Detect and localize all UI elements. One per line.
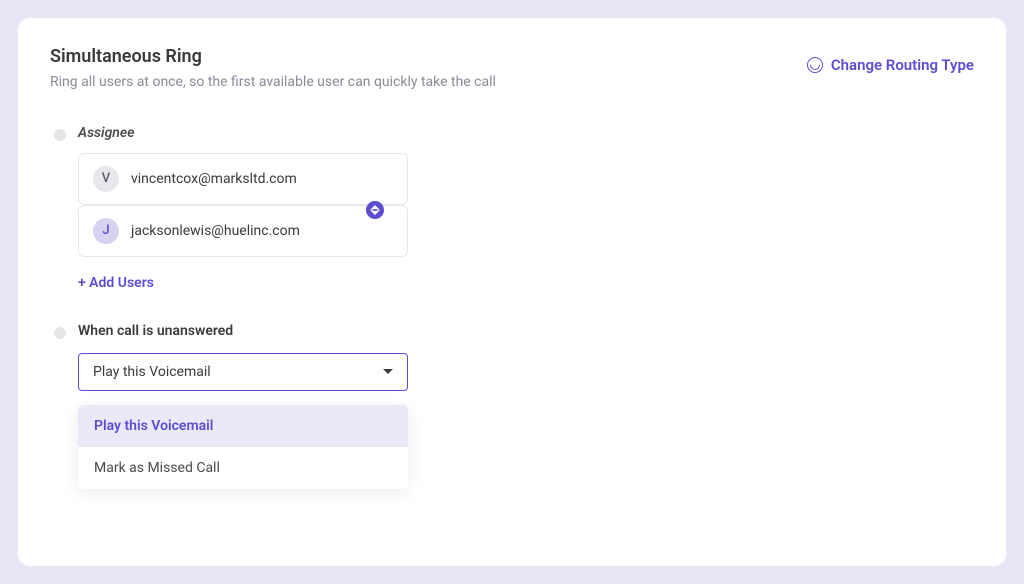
dropdown-menu: Play this Voicemail Mark as Missed Call	[78, 405, 408, 489]
unanswered-label: When call is unanswered	[78, 323, 974, 339]
assignee-item[interactable]: V vincentcox@marksltd.com	[78, 153, 408, 205]
assignee-list: V vincentcox@marksltd.com J jacksonlewis…	[78, 153, 408, 257]
unanswered-section: When call is unanswered Play this Voicem…	[50, 323, 974, 489]
avatar: V	[93, 166, 119, 192]
assignee-email: vincentcox@marksltd.com	[131, 171, 297, 187]
dropdown-option-missed[interactable]: Mark as Missed Call	[78, 447, 408, 489]
refresh-icon	[807, 57, 823, 73]
assignee-item[interactable]: J jacksonlewis@huelinc.com	[78, 205, 408, 257]
title-block: Simultaneous Ring Ring all users at once…	[50, 46, 807, 93]
avatar: J	[93, 218, 119, 244]
page-title: Simultaneous Ring	[50, 46, 807, 67]
select-wrapper: Play this Voicemail Play this Voicemail …	[78, 353, 408, 489]
assignee-email: jacksonlewis@huelinc.com	[131, 223, 300, 239]
add-users-button[interactable]: + Add Users	[78, 275, 154, 291]
change-routing-label: Change Routing Type	[831, 56, 974, 74]
unanswered-select[interactable]: Play this Voicemail	[78, 353, 408, 391]
settings-card: Simultaneous Ring Ring all users at once…	[18, 18, 1006, 566]
change-routing-link[interactable]: Change Routing Type	[807, 46, 974, 74]
connector-icon[interactable]	[366, 201, 384, 219]
header: Simultaneous Ring Ring all users at once…	[50, 46, 974, 93]
page-description: Ring all users at once, so the first ava…	[50, 73, 807, 93]
chevron-down-icon	[383, 369, 393, 374]
assignee-label: Assignee	[78, 125, 974, 141]
select-value: Play this Voicemail	[93, 364, 211, 380]
dropdown-option-voicemail[interactable]: Play this Voicemail	[78, 405, 408, 447]
assignee-section: Assignee V vincentcox@marksltd.com J jac…	[50, 125, 974, 291]
